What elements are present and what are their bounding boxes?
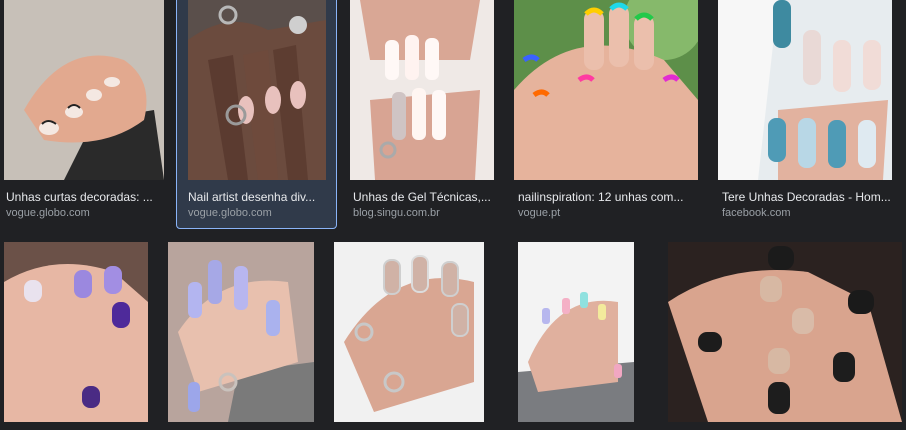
result-source: vogue.pt	[518, 207, 561, 219]
result-caption[interactable]: Unhas curtas decoradas: ...	[6, 190, 162, 204]
result-thumbnail[interactable]	[334, 242, 484, 422]
result-thumbnail[interactable]	[514, 0, 698, 180]
result-source: vogue.globo.com	[6, 207, 90, 219]
result-caption[interactable]: Tere Unhas Decoradas - Hom...	[722, 190, 894, 204]
result-source: blog.singu.com.br	[353, 207, 440, 219]
result-source: facebook.com	[722, 207, 791, 219]
result-tile-3[interactable]: Unhas de Gel Técnicas,... blog.singu.com…	[348, 0, 498, 230]
result-thumbnail[interactable]	[668, 242, 902, 422]
result-tile-2[interactable]: Nail artist desenha div... vogue.globo.c…	[176, 0, 337, 230]
result-tile-6[interactable]	[0, 242, 148, 430]
result-caption[interactable]: Unhas de Gel Técnicas,...	[353, 190, 493, 204]
result-source: vogue.globo.com	[188, 207, 272, 219]
result-thumbnail[interactable]	[168, 242, 314, 422]
result-thumbnail[interactable]	[718, 0, 892, 180]
result-thumbnail[interactable]	[518, 242, 634, 422]
result-tile-8[interactable]	[332, 242, 490, 430]
result-tile-4[interactable]: nailinspiration: 12 unhas com... vogue.p…	[512, 0, 702, 230]
result-thumbnail[interactable]	[350, 0, 494, 180]
result-thumbnail[interactable]	[4, 0, 164, 180]
result-caption[interactable]: Nail artist desenha div...	[188, 190, 328, 204]
result-thumbnail[interactable]	[188, 0, 326, 180]
result-caption[interactable]: nailinspiration: 12 unhas com...	[518, 190, 698, 204]
result-thumbnail[interactable]	[4, 242, 148, 422]
result-tile-10[interactable]	[666, 242, 906, 430]
result-tile-7[interactable]	[166, 242, 314, 430]
result-tile-9[interactable]	[516, 242, 636, 430]
result-tile-1[interactable]: Unhas curtas decoradas: ... vogue.globo.…	[0, 0, 170, 230]
result-tile-5[interactable]: Tere Unhas Decoradas - Hom... facebook.c…	[716, 0, 896, 230]
